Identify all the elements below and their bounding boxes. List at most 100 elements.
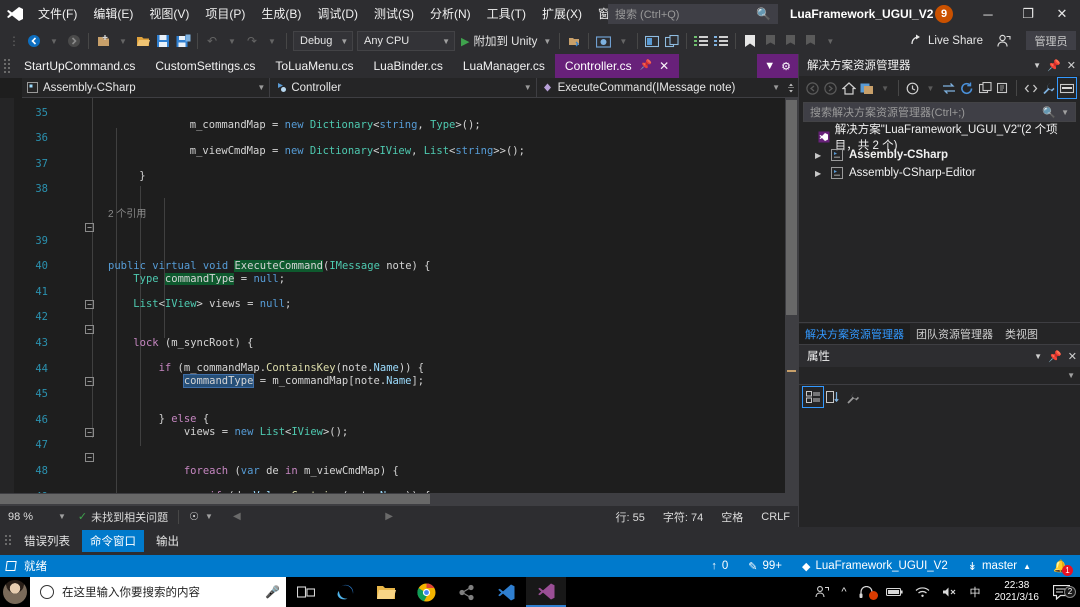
editor-vertical-scrollbar[interactable]	[785, 98, 798, 505]
status-edits[interactable]: ✎ 99+	[748, 560, 782, 573]
ime-chinese-icon[interactable]: 中	[964, 584, 987, 600]
dropdown-icon[interactable]: ▼	[876, 78, 894, 98]
solution-configuration-combo[interactable]: Debug ▼	[293, 31, 353, 51]
taskbar-search-input[interactable]: 在这里输入你要搜索的内容 🎤	[30, 577, 286, 607]
menu-tools[interactable]: 工具(T)	[479, 0, 534, 28]
vscode-icon[interactable]	[486, 577, 526, 607]
nav-prev-icon[interactable]: ◀	[233, 511, 241, 522]
solution-tree[interactable]: 解决方案"LuaFramework_UGUI_V2"(2 个项目，共 2 个) …	[799, 124, 1080, 182]
preview-icon[interactable]	[1056, 77, 1078, 99]
notification-badge[interactable]: 9	[935, 5, 953, 23]
dock-grip[interactable]	[0, 527, 16, 555]
outdent-list-icon[interactable]	[711, 30, 731, 52]
pending-changes-dropdown-icon[interactable]: ▼	[921, 78, 939, 98]
headset-icon[interactable]	[853, 585, 880, 600]
task-view-icon[interactable]	[286, 577, 326, 607]
tree-node-solution[interactable]: 解决方案"LuaFramework_UGUI_V2"(2 个项目，共 2 个)	[799, 124, 1080, 152]
new-project-dropdown-icon[interactable]: ▼	[113, 30, 133, 52]
nav-next-icon[interactable]: ▶	[385, 511, 393, 522]
pending-changes-icon[interactable]	[903, 78, 921, 98]
taskbar-clock[interactable]: 22:38 2021/3/16	[987, 580, 1048, 604]
new-project-icon[interactable]	[93, 30, 113, 52]
codelens-reference[interactable]: 2 个引用	[0, 196, 146, 220]
chevron-down-icon[interactable]: ▼	[1033, 61, 1041, 70]
live-share-button[interactable]: Live Share	[910, 33, 983, 49]
editor-zoom-level[interactable]: 98 %	[0, 511, 58, 523]
dock-tab-command-window[interactable]: 命令窗口	[82, 530, 144, 552]
collapse-toggle-icon[interactable]: −	[85, 299, 94, 309]
sync-icon[interactable]	[940, 78, 958, 98]
tab-startupcommand-cs[interactable]: StartUpCommand.cs	[14, 54, 146, 78]
edge-icon[interactable]	[326, 577, 366, 607]
dock-tab-error-list[interactable]: 错误列表	[16, 530, 78, 552]
scrollbar-thumb[interactable]	[0, 494, 430, 504]
show-all-files-icon[interactable]	[994, 78, 1012, 98]
chevron-down-icon[interactable]: ▼	[1061, 108, 1069, 117]
collapse-toggle-icon[interactable]: −	[85, 222, 94, 232]
open-file-icon[interactable]	[133, 30, 153, 52]
navigate-back-dropdown-icon[interactable]: ▼	[44, 30, 64, 52]
refresh-icon[interactable]	[958, 78, 976, 98]
battery-icon[interactable]	[880, 587, 909, 597]
volume-muted-icon[interactable]	[936, 586, 964, 598]
account-icon[interactable]	[994, 30, 1014, 52]
collapse-toggle-icon[interactable]: −	[85, 376, 94, 386]
window-layout-icon[interactable]	[642, 30, 662, 52]
pin-icon[interactable]: 📌	[1047, 59, 1061, 72]
chevron-down-icon[interactable]: ▼	[761, 60, 778, 72]
dock-tab-output[interactable]: 输出	[148, 530, 187, 552]
collapse-toggle-icon[interactable]: −	[85, 427, 94, 437]
collapse-toggle-icon[interactable]: −	[85, 325, 94, 335]
unity-project-icon[interactable]	[564, 30, 584, 52]
status-repository[interactable]: ◆ LuaFramework_UGUI_V2	[802, 560, 948, 573]
show-hidden-icons-icon[interactable]: ^	[835, 586, 852, 598]
compare-windows-icon[interactable]	[662, 30, 682, 52]
quick-launch-search[interactable]: 搜索 (Ctrl+Q) 🔍	[608, 4, 778, 24]
share-icon[interactable]	[446, 577, 486, 607]
undo-icon[interactable]: ↶	[202, 30, 222, 52]
menu-debug[interactable]: 调试(D)	[309, 0, 366, 28]
tree-node-assembly-csharp-editor[interactable]: ▶ Assembly-CSharp-Editor	[799, 164, 1080, 182]
status-pending-changes[interactable]: ↑ 0	[711, 560, 728, 572]
chrome-icon[interactable]	[406, 577, 446, 607]
tab-controller-cs[interactable]: Controller.cs 📌 ✕	[554, 54, 680, 78]
properties-icon[interactable]	[1040, 78, 1058, 98]
chevron-down-icon[interactable]: ▼	[1034, 352, 1042, 361]
line-ending[interactable]: CRLF	[761, 511, 790, 523]
status-branch[interactable]: ↡ master ▲	[968, 560, 1031, 573]
tab-customsettings-cs[interactable]: CustomSettings.cs	[145, 54, 266, 78]
save-icon[interactable]	[153, 30, 173, 52]
previous-bookmark-icon[interactable]	[760, 30, 780, 52]
view-code-icon[interactable]	[1021, 78, 1039, 98]
back-icon[interactable]	[803, 78, 821, 98]
code-editor[interactable]: 35 m_commandMap = new Dictionary<string,…	[0, 98, 798, 505]
people-icon[interactable]	[809, 585, 835, 599]
navigate-forward-icon[interactable]	[64, 30, 84, 52]
menu-extensions[interactable]: 扩展(X)	[534, 0, 590, 28]
home-icon[interactable]	[839, 78, 857, 98]
attach-to-unity-button[interactable]: ▶ 附加到 Unity ▼	[457, 30, 555, 52]
redo-icon[interactable]: ↷	[242, 30, 262, 52]
user-avatar[interactable]	[0, 577, 30, 607]
forward-icon[interactable]	[821, 78, 839, 98]
panel-tab-team-explorer[interactable]: 团队资源管理器	[910, 324, 999, 344]
solution-platform-combo[interactable]: Any CPU ▼	[357, 31, 455, 51]
editor-issues-label[interactable]: 未找到相关问题	[91, 509, 168, 525]
code-analysis-icon[interactable]: ☉	[189, 510, 199, 523]
property-pages-icon[interactable]	[843, 387, 863, 407]
categorized-icon[interactable]	[802, 386, 824, 408]
close-icon[interactable]: ✕	[1068, 350, 1077, 363]
next-bookmark-icon[interactable]	[780, 30, 800, 52]
menu-edit[interactable]: 编辑(E)	[85, 0, 141, 28]
bookmark-icon[interactable]	[740, 30, 760, 52]
status-notifications[interactable]: 🔔 1	[1053, 559, 1073, 576]
toolbar-overflow-icon[interactable]: ▼	[820, 30, 840, 52]
editor-horizontal-scrollbar[interactable]	[0, 493, 785, 505]
panel-tab-class-view[interactable]: 类视图	[999, 324, 1044, 344]
collapse-all-icon[interactable]	[976, 78, 994, 98]
action-center-icon[interactable]: 2	[1047, 584, 1080, 600]
pin-icon[interactable]: 📌	[1048, 350, 1062, 363]
navbar-project-dropdown[interactable]: Assembly-CSharp ▼	[22, 78, 269, 98]
close-icon[interactable]: ✕	[1067, 59, 1076, 72]
microphone-icon[interactable]: 🎤	[265, 585, 280, 599]
